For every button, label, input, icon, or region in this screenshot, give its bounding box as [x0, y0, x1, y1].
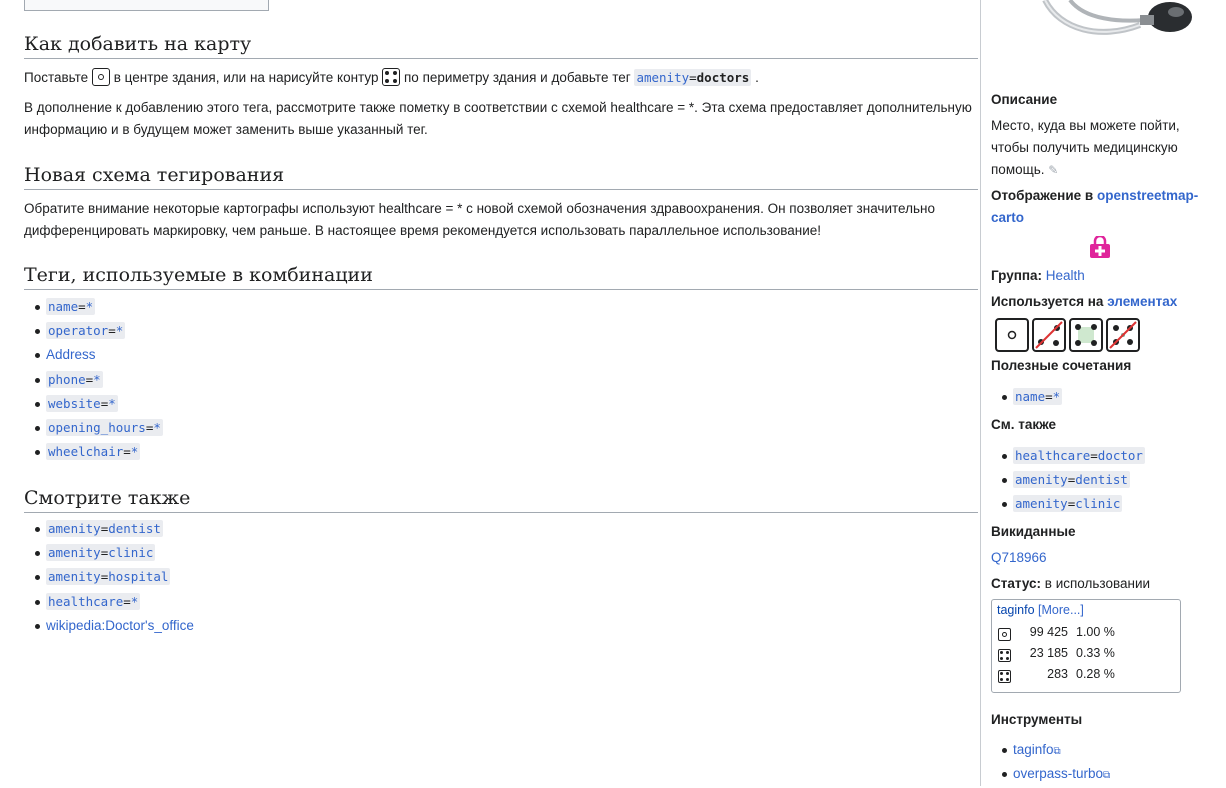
- text-fragment: в центре здания, или на нарисуйте контур: [113, 70, 379, 85]
- list-item: name=*: [32, 297, 163, 321]
- taginfo-link[interactable]: taginfo: [997, 603, 1035, 617]
- heading-how-to-map: Как добавить на карту: [24, 33, 978, 59]
- taginfo-header: taginfo [More...]: [997, 603, 1084, 617]
- elements-link[interactable]: элементах: [1107, 294, 1177, 309]
- healthcare-paragraph: В дополнение к добавлению этого тега, ра…: [24, 100, 972, 137]
- area-icon: [382, 68, 401, 86]
- pencil-icon[interactable]: ✎: [1048, 163, 1058, 177]
- list-item: wheelchair=*: [32, 442, 163, 466]
- list-item: name=*: [999, 387, 1063, 411]
- new-scheme-paragraph: Обратите внимание некоторые картографы и…: [24, 201, 935, 238]
- taginfo-row: 283 0.28 %: [998, 667, 1178, 687]
- heading-combinations: Теги, используемые в комбинации: [24, 264, 978, 290]
- tag-link[interactable]: amenity=dentist: [1013, 471, 1130, 488]
- taginfo-more-link[interactable]: [More...]: [1038, 603, 1084, 617]
- tag-link[interactable]: operator=*: [46, 322, 126, 340]
- tag-link[interactable]: opening_hours=*: [46, 418, 163, 436]
- group-row: Группа: Health: [991, 268, 1085, 283]
- tag-link[interactable]: website=*: [46, 394, 118, 412]
- taginfo-row: 23 185 0.33 %: [998, 646, 1178, 666]
- list-item: healthcare=doctor: [999, 446, 1145, 470]
- taginfo-row: 99 425 1.00 %: [998, 625, 1178, 645]
- list-item: amenity=hospital: [32, 567, 194, 591]
- taginfo-percent: 1.00 %: [1076, 625, 1115, 639]
- taginfo-count: 99 425: [1029, 625, 1068, 639]
- tag-link[interactable]: amenity=dentist: [46, 520, 163, 537]
- list-item: opening_hours=*: [32, 418, 163, 442]
- tag-link[interactable]: amenity=clinic: [1013, 495, 1123, 512]
- text-link[interactable]: wikipedia:Doctor's_office: [46, 618, 194, 633]
- combinations-list: name=* operator=* Address phone=* website=* o…: [32, 297, 163, 466]
- tag-link[interactable]: name=*: [46, 298, 96, 315]
- tool-link[interactable]: taginfo: [1013, 742, 1054, 757]
- rendering-label: Отображение в openstreetmap-carto: [991, 188, 1199, 225]
- tag-link[interactable]: amenity=hospital: [46, 568, 171, 586]
- list-item: operator=*: [32, 321, 163, 345]
- sidebar-divider: [980, 0, 981, 786]
- heading-new-scheme: Новая схема тегирования: [24, 164, 978, 190]
- relation-icon: [998, 670, 1011, 683]
- tag-amenity-doctors[interactable]: amenity=doctors: [634, 69, 752, 86]
- element-types: [995, 318, 1143, 352]
- list-item: amenity=clinic: [999, 494, 1145, 518]
- taginfo-percent: 0.33 %: [1076, 646, 1115, 660]
- status-row: Статус: в использовании: [991, 576, 1151, 591]
- external-link-icon: ⧉: [1103, 770, 1111, 781]
- tag-link[interactable]: name=*: [1013, 388, 1063, 405]
- tool-item: overpass-turbo⧉: [999, 764, 1110, 788]
- tools-list: taginfo⧉ overpass-turbo⧉: [999, 740, 1110, 788]
- sidebar-see-also-list: healthcare=doctor amenity=dentist amenity=…: [999, 446, 1145, 518]
- relation-not-allowed-icon[interactable]: [1106, 318, 1140, 352]
- wikidata-label: Викиданные: [991, 524, 1076, 539]
- description-label: Описание: [991, 92, 1058, 107]
- text-fragment: Поставьте: [24, 70, 89, 85]
- doctor-render-icon: [1090, 236, 1110, 258]
- way-not-allowed-icon[interactable]: [1032, 318, 1066, 352]
- list-item: healthcare=*: [32, 592, 194, 616]
- tool-link[interactable]: overpass-turbo: [1013, 766, 1103, 781]
- list-item: wikipedia:Doctor's_office: [32, 616, 194, 640]
- external-link-icon: ⧉: [1053, 746, 1061, 757]
- useful-combinations-list: name=*: [999, 387, 1063, 411]
- tools-label: Инструменты: [991, 712, 1083, 727]
- text-link[interactable]: Address: [46, 347, 96, 362]
- list-item: Address: [32, 345, 163, 369]
- node-icon: [91, 68, 110, 86]
- taginfo-box: taginfo [More...] 99 425 1.00 % 23 185 0.33…: [991, 599, 1181, 693]
- node-icon: [998, 628, 1011, 641]
- heading-see-also: Смотрите также: [24, 487, 978, 513]
- text-fragment: .: [755, 70, 759, 85]
- taginfo-percent: 0.28 %: [1076, 667, 1115, 681]
- tag-link[interactable]: healthcare=doctor: [1013, 447, 1145, 464]
- description-text: Место, куда вы можете пойти, чтобы получ…: [991, 118, 1180, 177]
- tag-link[interactable]: amenity=clinic: [46, 544, 156, 562]
- taginfo-count: 23 185: [1029, 646, 1068, 660]
- useful-combinations-label: Полезные сочетания: [991, 358, 1132, 373]
- node-allowed-icon[interactable]: [995, 318, 1029, 352]
- list-item: amenity=dentist: [999, 470, 1145, 494]
- stethoscope-image: [1042, 0, 1192, 35]
- see-also-label: См. также: [991, 417, 1057, 432]
- wikidata-link[interactable]: Q718966: [991, 547, 1047, 569]
- area-allowed-icon[interactable]: [1069, 318, 1103, 352]
- text-fragment: по периметру здания и добавьте тег: [404, 70, 631, 85]
- list-item: website=*: [32, 394, 163, 418]
- tool-item: taginfo⧉: [999, 740, 1110, 764]
- used-on-label: Используется на элементах: [991, 294, 1178, 309]
- list-item: phone=*: [32, 370, 163, 394]
- taginfo-count: 283: [1047, 667, 1068, 681]
- group-health-link[interactable]: Health: [1046, 268, 1085, 283]
- tag-link[interactable]: phone=*: [46, 370, 103, 388]
- how-to-map-paragraph: Поставьте в центре здания, или на нарису…: [24, 67, 974, 89]
- see-also-list: amenity=dentist amenity=clinic amenity=hos…: [32, 519, 194, 640]
- way-icon: [998, 649, 1011, 662]
- list-item: amenity=clinic: [32, 543, 194, 567]
- list-item: amenity=dentist: [32, 519, 194, 543]
- top-infobox-edge: [24, 0, 269, 11]
- tag-link[interactable]: healthcare=*: [46, 592, 141, 610]
- tag-link[interactable]: wheelchair=*: [46, 443, 141, 461]
